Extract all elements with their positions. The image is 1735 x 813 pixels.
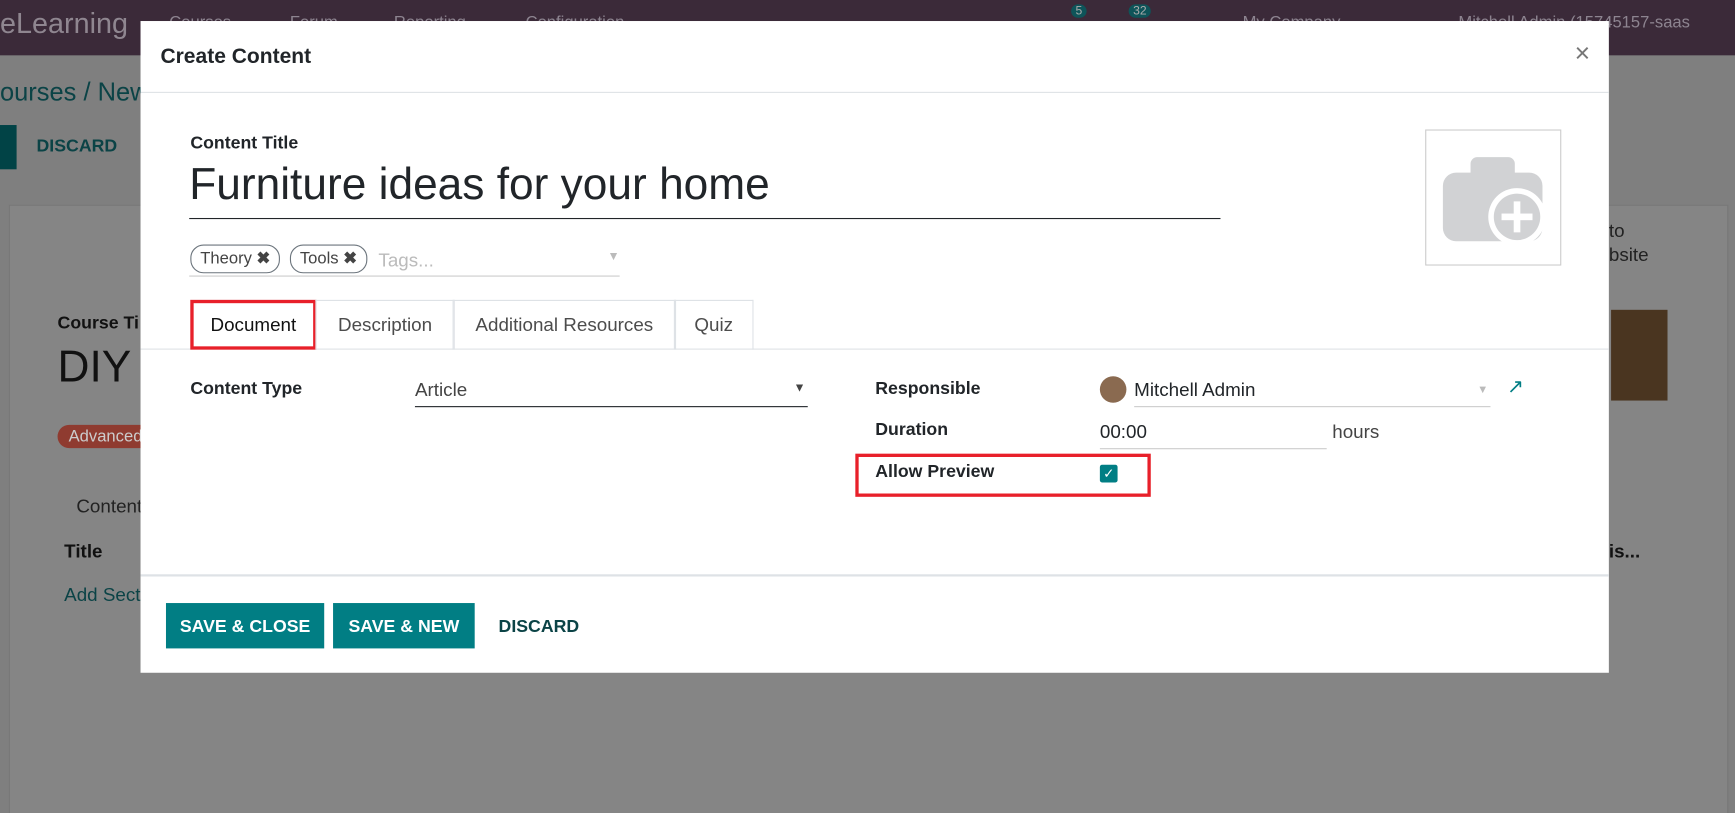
chevron-down-icon: ▼ bbox=[1477, 383, 1489, 397]
course-title[interactable]: DIY bbox=[58, 343, 132, 393]
remove-tag-icon[interactable]: ✖ bbox=[343, 249, 357, 268]
dialog-title: Create Content bbox=[160, 45, 312, 69]
duration-label: Duration bbox=[875, 420, 949, 440]
content-type-label: Content Type bbox=[190, 379, 303, 399]
tab-content-bg[interactable]: Content bbox=[76, 496, 142, 518]
breadcrumb[interactable]: ourses / New bbox=[0, 77, 149, 107]
col-right: is... bbox=[1608, 541, 1641, 563]
allow-preview-label: Allow Preview bbox=[875, 462, 995, 482]
camera-plus-icon bbox=[1442, 157, 1546, 246]
col-title: Title bbox=[64, 541, 103, 563]
content-type-select[interactable]: Article ▼ bbox=[414, 380, 808, 408]
go-to-website[interactable]: to bsite bbox=[1609, 219, 1649, 268]
save-button-bg[interactable] bbox=[0, 125, 17, 170]
add-section-link[interactable]: Add Sect bbox=[64, 584, 140, 606]
tags-input[interactable]: Tags... bbox=[378, 250, 433, 272]
course-image bbox=[1611, 309, 1668, 401]
tag-tools[interactable]: Tools ✖ bbox=[289, 244, 368, 274]
course-title-label: Course Ti bbox=[57, 314, 139, 334]
remove-tag-icon[interactable]: ✖ bbox=[257, 249, 271, 268]
duration-unit: hours bbox=[1332, 421, 1380, 443]
discard-button-bg[interactable]: DISCARD bbox=[37, 137, 118, 157]
responsible-label: Responsible bbox=[875, 379, 981, 399]
messages-badge[interactable]: 5 bbox=[1071, 4, 1087, 18]
save-new-button[interactable]: SAVE & NEW bbox=[333, 603, 475, 649]
responsible-select[interactable]: Mitchell Admin ▼ bbox=[1134, 380, 1491, 408]
tags-underline bbox=[189, 275, 620, 277]
avatar bbox=[1099, 376, 1127, 403]
chevron-down-icon: ▼ bbox=[793, 381, 806, 396]
course-tag: Advanced bbox=[57, 424, 154, 449]
dialog-header: Create Content × bbox=[140, 21, 1609, 93]
tags-dropdown-icon[interactable]: ▼ bbox=[607, 250, 619, 263]
content-title-label: Content Title bbox=[190, 133, 299, 153]
tab-document[interactable]: Document bbox=[190, 299, 317, 350]
tab-description[interactable]: Description bbox=[315, 299, 455, 350]
footer-divider bbox=[140, 574, 1609, 577]
image-upload[interactable] bbox=[1425, 129, 1562, 266]
close-icon[interactable]: × bbox=[1575, 39, 1591, 70]
tab-quiz[interactable]: Quiz bbox=[673, 299, 754, 350]
content-title-input[interactable]: Furniture ideas for your home bbox=[189, 160, 1221, 220]
external-link-icon[interactable]: ↗ bbox=[1507, 375, 1524, 398]
create-content-dialog: Create Content × Content Title Furniture… bbox=[140, 21, 1609, 673]
activities-badge[interactable]: 32 bbox=[1128, 4, 1152, 18]
tab-additional-resources[interactable]: Additional Resources bbox=[452, 299, 677, 350]
duration-input[interactable]: 00:00 bbox=[1099, 422, 1327, 450]
tag-theory[interactable]: Theory ✖ bbox=[190, 244, 281, 274]
app-name[interactable]: eLearning bbox=[0, 7, 128, 41]
save-close-button[interactable]: SAVE & CLOSE bbox=[165, 603, 325, 649]
allow-preview-checkbox[interactable]: ✓ bbox=[1099, 464, 1118, 483]
discard-button[interactable]: DISCARD bbox=[486, 603, 592, 648]
